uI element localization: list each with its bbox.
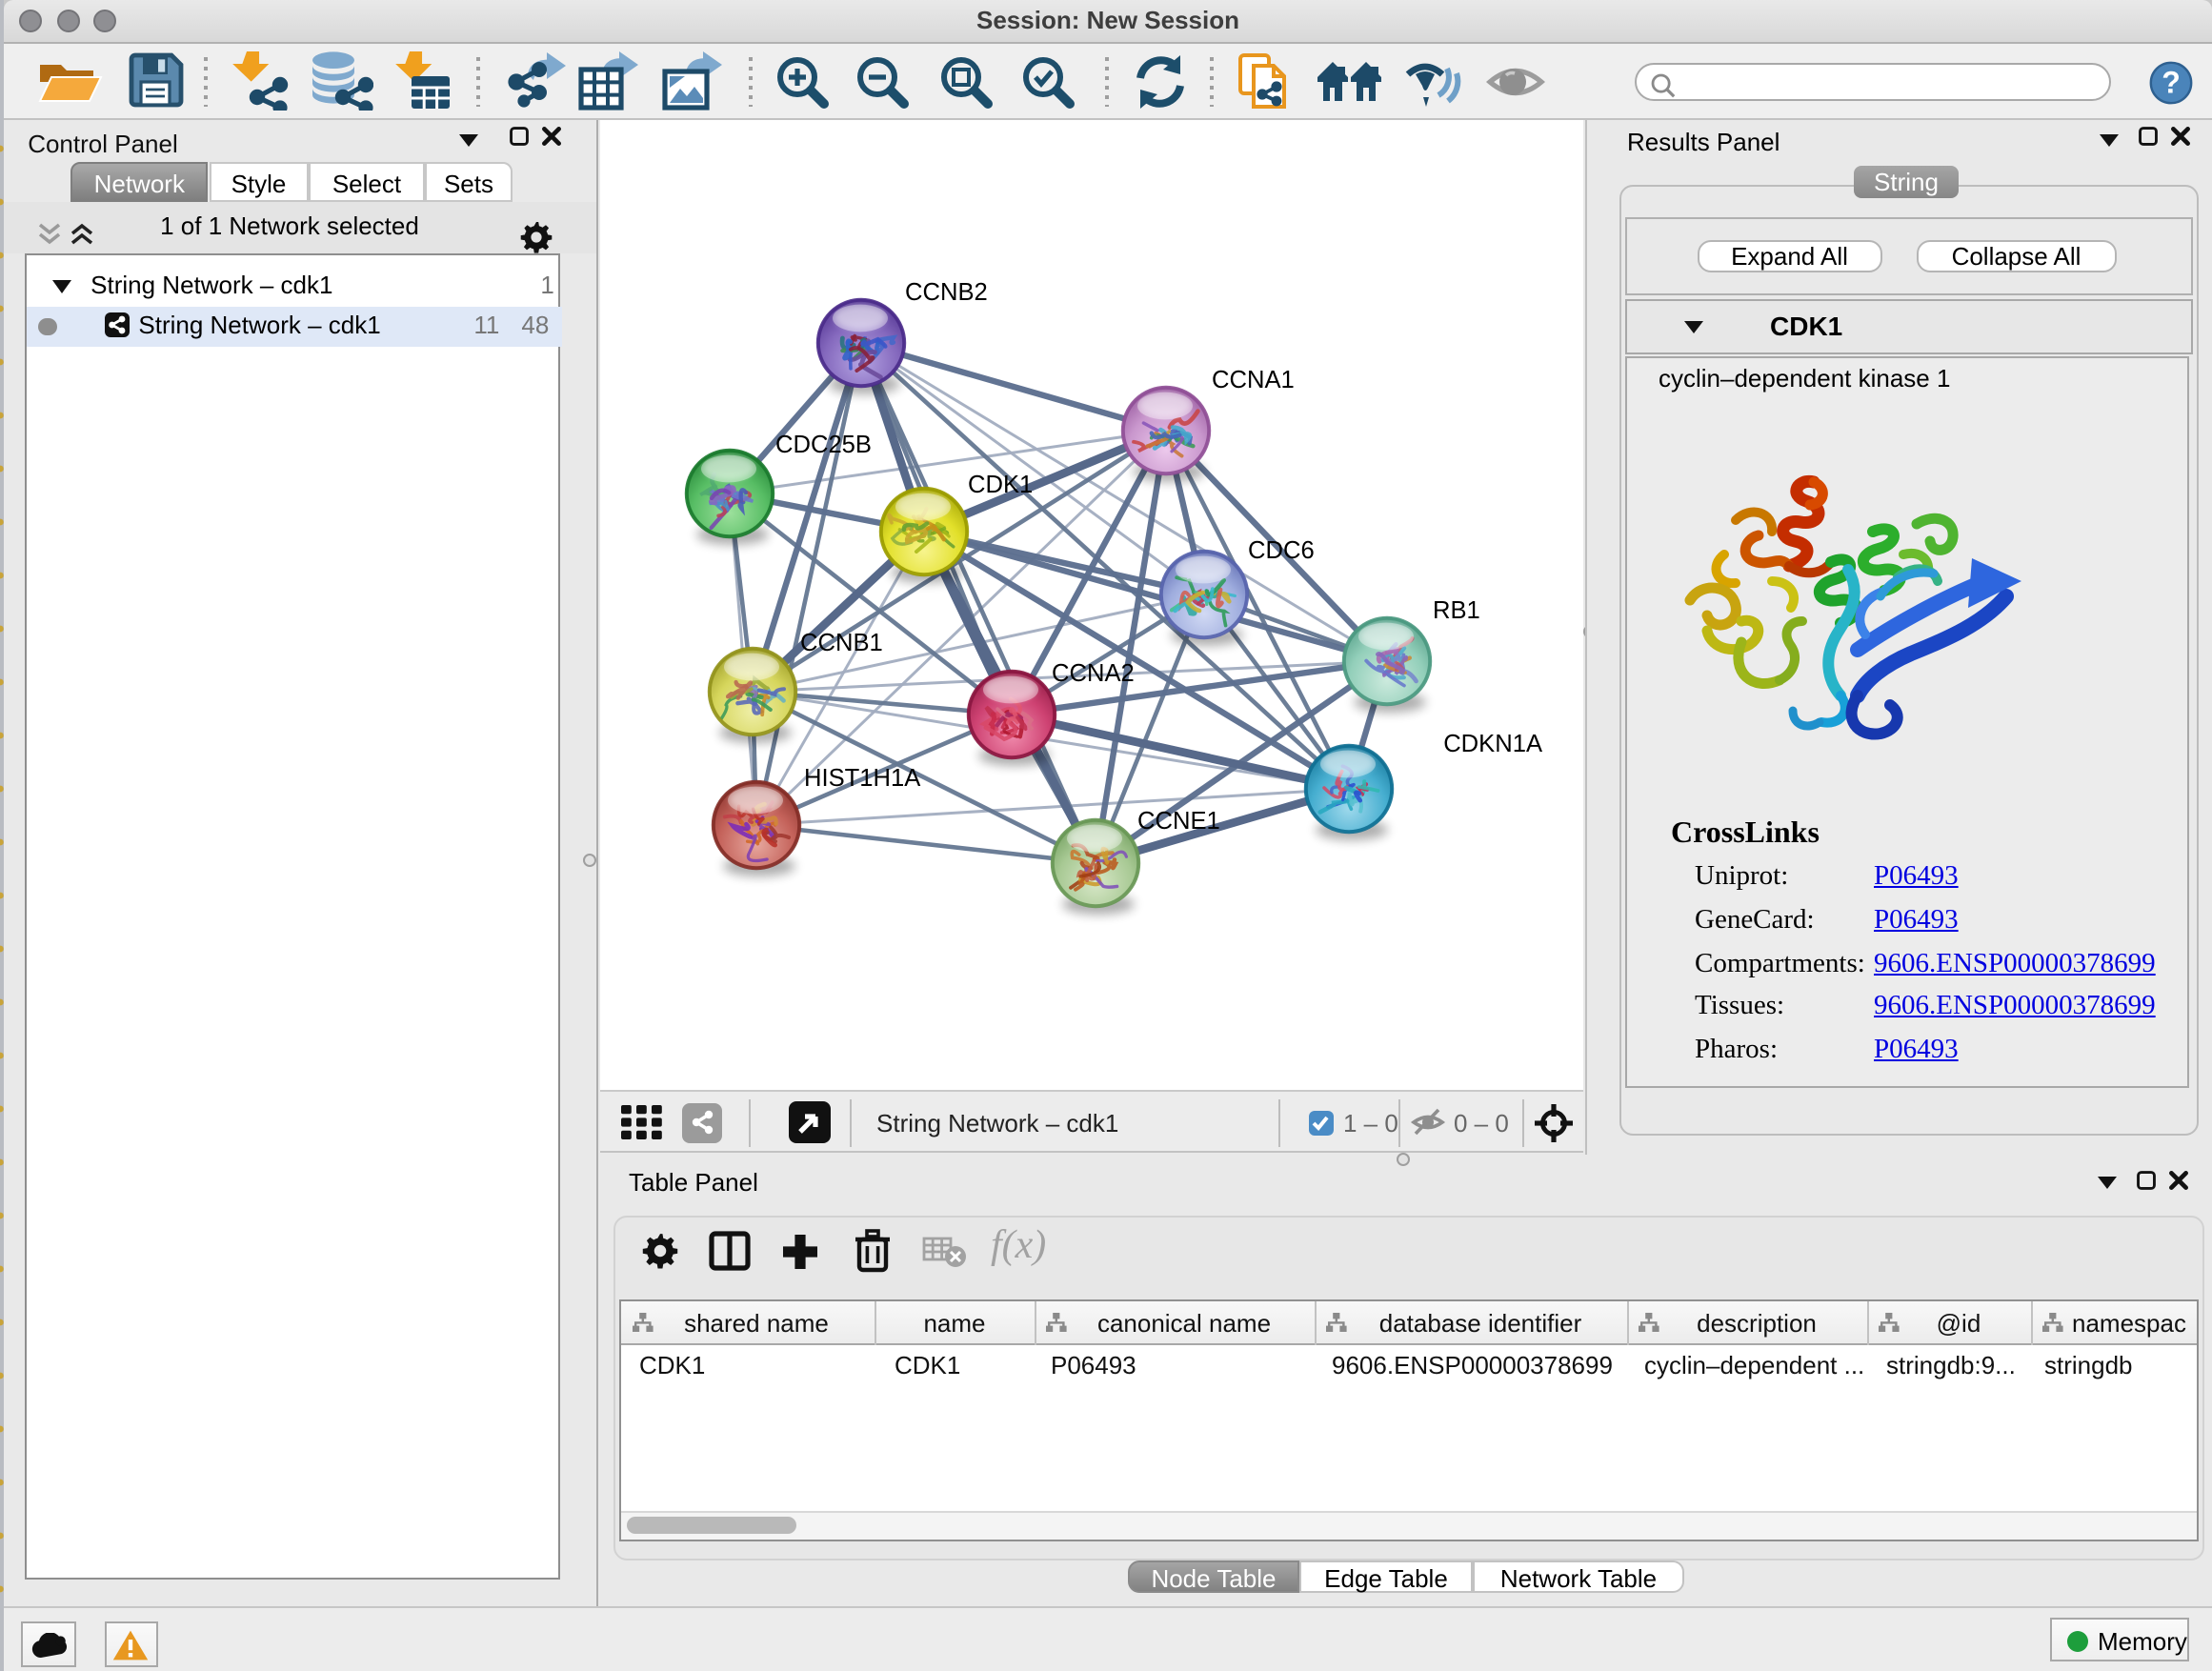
svg-text:CDK1: CDK1 (968, 472, 1033, 498)
svg-text:HIST1H1A: HIST1H1A (804, 765, 921, 792)
svg-text:CCNA2: CCNA2 (1052, 660, 1135, 687)
svg-text:CDC25B: CDC25B (775, 432, 872, 458)
svg-text:CDKN1A: CDKN1A (1443, 731, 1543, 757)
svg-text:?: ? (2162, 66, 2181, 100)
svg-text:CCNB2: CCNB2 (905, 279, 988, 306)
svg-text:RB1: RB1 (1433, 597, 1480, 624)
svg-text:CDC6: CDC6 (1248, 537, 1315, 564)
svg-text:CCNA1: CCNA1 (1212, 367, 1295, 393)
svg-text:CCNB1: CCNB1 (800, 630, 883, 656)
svg-text:CCNE1: CCNE1 (1137, 808, 1220, 835)
